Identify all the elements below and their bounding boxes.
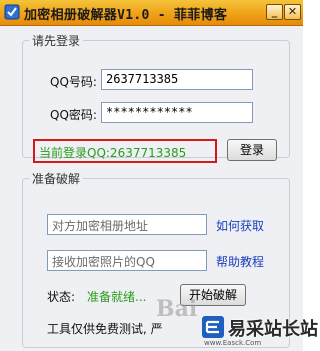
title-bar: 加密相册破解器V1.0 - 菲菲博客 _ ✕ <box>0 0 303 26</box>
status-label: 状态: <box>47 290 76 304</box>
qq-number-input[interactable]: 2637713385 <box>101 69 253 90</box>
receive-qq-input[interactable]: 接收加密照片的QQ <box>47 250 207 271</box>
app-icon <box>4 4 20 20</box>
login-status-text: 当前登录QQ:2637713385 <box>39 146 187 160</box>
status-value: 准备就绪... <box>87 290 147 304</box>
start-crack-button[interactable]: 开始破解 <box>180 284 246 306</box>
help-tutorial-link[interactable]: 帮助教程 <box>216 253 264 270</box>
window-client-area: 请先登录 QQ号码: 2637713385 QQ密码: ************… <box>0 26 303 351</box>
login-button[interactable]: 登录 <box>227 139 277 161</box>
window-title: 加密相册破解器V1.0 - 菲菲博客 <box>24 8 228 23</box>
login-group-legend: 请先登录 <box>32 34 81 48</box>
login-group: 请先登录 QQ号码: 2637713385 QQ密码: ************… <box>22 32 290 163</box>
close-button[interactable]: ✕ <box>284 4 301 20</box>
minimize-button[interactable]: _ <box>266 4 283 20</box>
album-url-input[interactable]: 对方加密相册地址 <box>47 214 207 235</box>
disclaimer-text: 工具仅供免费测试, 严 <box>47 322 163 336</box>
qq-number-label: QQ号码: <box>50 75 97 89</box>
qq-password-input[interactable]: ************ <box>101 102 253 123</box>
login-status-box: 当前登录QQ:2637713385 <box>33 139 217 163</box>
how-to-get-link[interactable]: 如何获取 <box>216 217 264 234</box>
crack-group: 准备破解 对方加密相册地址 如何获取 接收加密照片的QQ 帮助教程 状态: 准备… <box>22 170 290 348</box>
crack-group-legend: 准备破解 <box>32 172 81 186</box>
qq-password-label: QQ密码: <box>50 108 97 122</box>
